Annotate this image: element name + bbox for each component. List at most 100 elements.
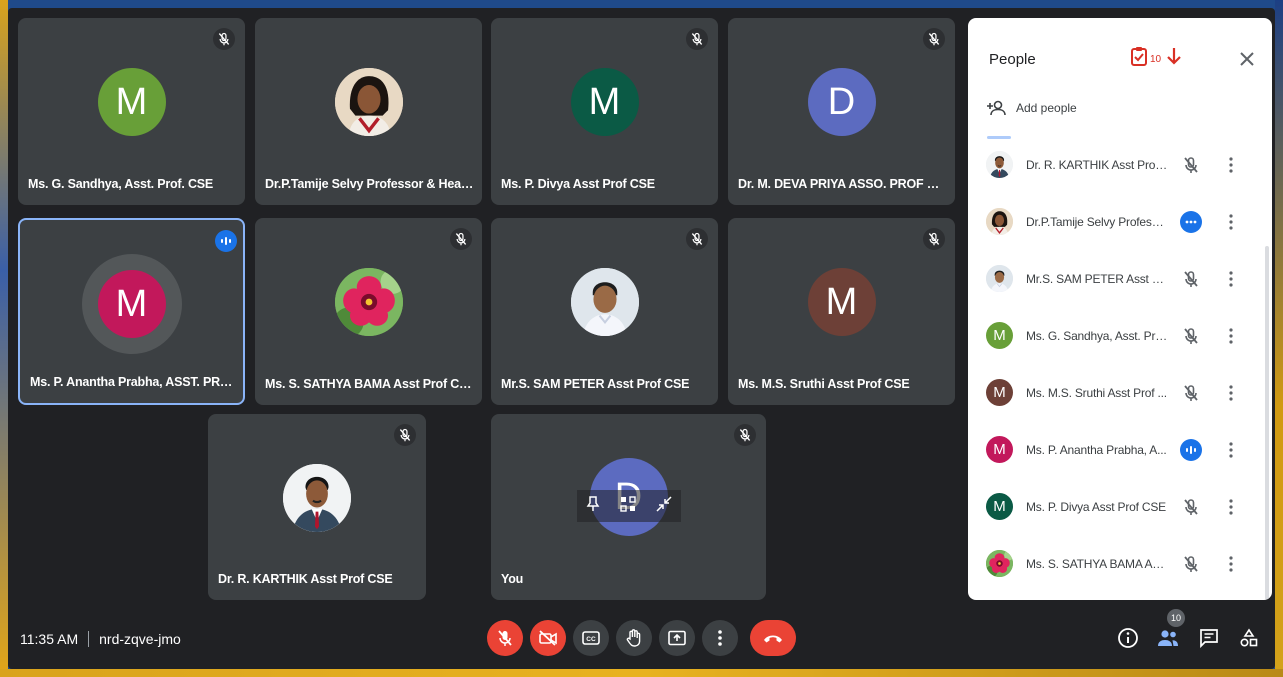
participant-list-item[interactable]: Dr.P.Tamije Selvy Professo... [968, 193, 1272, 250]
participant-name: Ms. S. SATHYA BAMA Asst Prof CSE [265, 377, 474, 391]
speaking-indicator[interactable] [1180, 210, 1202, 233]
participant-name: You [501, 572, 524, 586]
participant-tile[interactable]: M Ms. M.S. Sruthi Asst Prof CSE [728, 218, 955, 405]
participant-tile[interactable]: Dr.P.Tamije Selvy Professor & Head ... [255, 18, 482, 205]
person-add-icon [987, 100, 1006, 116]
people-icon [1158, 630, 1178, 646]
arrow-down-icon[interactable] [1165, 46, 1183, 66]
participant-list-item[interactable]: M Ms. G. Sandhya, Asst. Pro... [968, 307, 1272, 364]
muted-indicator [686, 28, 708, 50]
mic-off-icon [691, 32, 703, 46]
background-effects-button[interactable] [619, 495, 637, 518]
participant-list-item[interactable]: M Ms. M.S. Sruthi Asst Prof ... [968, 364, 1272, 421]
participant-tile[interactable]: M Ms. P. Divya Asst Prof CSE [491, 18, 718, 205]
participant-options-button[interactable] [1226, 496, 1236, 518]
more-vert-icon [1229, 156, 1233, 173]
muted-indicator [686, 228, 708, 250]
microphone-toggle-button[interactable] [487, 620, 523, 656]
leave-call-button[interactable] [750, 620, 796, 656]
participant-count-badge: 10 [1167, 609, 1185, 627]
muted-indicator[interactable] [1180, 382, 1202, 404]
captions-button[interactable]: CC [573, 620, 609, 656]
present-now-button[interactable] [659, 620, 695, 656]
participant-list-item[interactable]: M Ms. P. Divya Asst Prof CSE [968, 478, 1272, 535]
speaking-indicator[interactable] [1180, 438, 1202, 461]
pin-button[interactable] [586, 495, 600, 517]
more-vert-icon [718, 630, 722, 646]
mic-off-icon [928, 232, 940, 246]
participant-list-item[interactable]: Dr. R. KARTHIK Asst Prof ... [968, 136, 1272, 193]
mic-off-icon [399, 428, 411, 442]
participant-name: Ms. S. SATHYA BAMA Ass... [1026, 556, 1168, 571]
meeting-details: 11:35 AM nrd-zqve-jmo [20, 631, 181, 647]
close-panel-button[interactable] [1238, 50, 1256, 68]
more-vert-icon [1229, 555, 1233, 572]
audio-level-icon [221, 237, 231, 245]
participant-name: Dr.P.Tamije Selvy Professo... [1026, 214, 1168, 229]
participant-options-button[interactable] [1226, 382, 1236, 404]
participant-name: Dr. M. DEVA PRIYA ASSO. PROF CSE [738, 177, 947, 191]
show-everyone-button[interactable] [1155, 625, 1181, 651]
mic-off-icon [1184, 327, 1198, 344]
mic-off-icon [455, 232, 467, 246]
more-options-button[interactable] [702, 620, 738, 656]
muted-indicator [734, 424, 756, 446]
participant-tile[interactable]: Ms. S. SATHYA BAMA Asst Prof CSE [255, 218, 482, 405]
participant-tile[interactable]: D Dr. M. DEVA PRIYA ASSO. PROF CSE [728, 18, 955, 205]
participant-avatar [986, 550, 1013, 577]
participant-avatar: M [97, 68, 166, 136]
minimize-button[interactable] [656, 495, 672, 517]
activities-button[interactable] [1236, 625, 1262, 651]
more-vert-icon [1229, 327, 1233, 344]
attendance-tally[interactable]: 10 [1130, 46, 1183, 66]
participant-options-button[interactable] [1226, 439, 1236, 461]
flower-avatar-image [334, 268, 403, 336]
muted-indicator[interactable] [1180, 496, 1202, 518]
chat-icon [1200, 629, 1218, 648]
participant-options-button[interactable] [1226, 211, 1236, 233]
participant-list-item[interactable]: Mr.S. SAM PETER Asst Pro... [968, 250, 1272, 307]
muted-indicator [213, 28, 235, 50]
participant-options-button[interactable] [1226, 154, 1236, 176]
call-end-icon [764, 635, 782, 643]
participant-avatar [334, 68, 403, 136]
participant-list-item[interactable]: M Ms. P. Anantha Prabha, A... [968, 421, 1272, 478]
muted-indicator[interactable] [1180, 154, 1202, 176]
chat-button[interactable] [1196, 625, 1222, 651]
muted-indicator[interactable] [1180, 553, 1202, 575]
meeting-info-button[interactable] [1115, 625, 1141, 651]
divider [88, 631, 90, 647]
participant-avatar: M [807, 268, 876, 336]
add-people-label: Add people [1016, 101, 1077, 115]
raise-hand-button[interactable] [616, 620, 652, 656]
raise-hand-icon [626, 629, 641, 647]
participant-tile[interactable]: Dr. R. KARTHIK Asst Prof CSE [208, 414, 426, 600]
scrollbar[interactable] [1265, 246, 1269, 600]
participant-tile[interactable]: Mr.S. SAM PETER Asst Prof CSE [491, 218, 718, 405]
present-screen-icon [668, 630, 686, 646]
participant-tile[interactable]: D You [491, 414, 766, 600]
muted-indicator[interactable] [1180, 268, 1202, 290]
participant-options-button[interactable] [1226, 268, 1236, 290]
mic-off-icon [498, 630, 512, 646]
participant-options-button[interactable] [1226, 325, 1236, 347]
participant-tile[interactable]: M Ms. G. Sandhya, Asst. Prof. CSE [18, 18, 245, 205]
camera-toggle-button[interactable] [530, 620, 566, 656]
participant-name: Ms. M.S. Sruthi Asst Prof CSE [738, 377, 910, 391]
pin-icon [586, 495, 600, 511]
muted-indicator[interactable] [1180, 325, 1202, 347]
muted-indicator [394, 424, 416, 446]
participant-name: Ms. G. Sandhya, Asst. Pro... [1026, 328, 1168, 343]
participant-name: Mr.S. SAM PETER Asst Prof CSE [501, 377, 690, 391]
participant-tile[interactable]: M Ms. P. Anantha Prabha, ASST. PROF [18, 218, 245, 405]
participant-name: Dr. R. KARTHIK Asst Prof CSE [218, 572, 393, 586]
add-people-button[interactable]: Add people [986, 100, 1077, 116]
background-edge [0, 669, 1283, 677]
participant-avatar: M [986, 493, 1013, 520]
current-time: 11:35 AM [20, 631, 79, 647]
more-vert-icon [1229, 441, 1233, 458]
more-vert-icon [1229, 498, 1233, 515]
participant-options-button[interactable] [1226, 553, 1236, 575]
participant-list-item[interactable]: Ms. S. SATHYA BAMA Ass... [968, 535, 1272, 592]
mic-off-icon [218, 32, 230, 46]
